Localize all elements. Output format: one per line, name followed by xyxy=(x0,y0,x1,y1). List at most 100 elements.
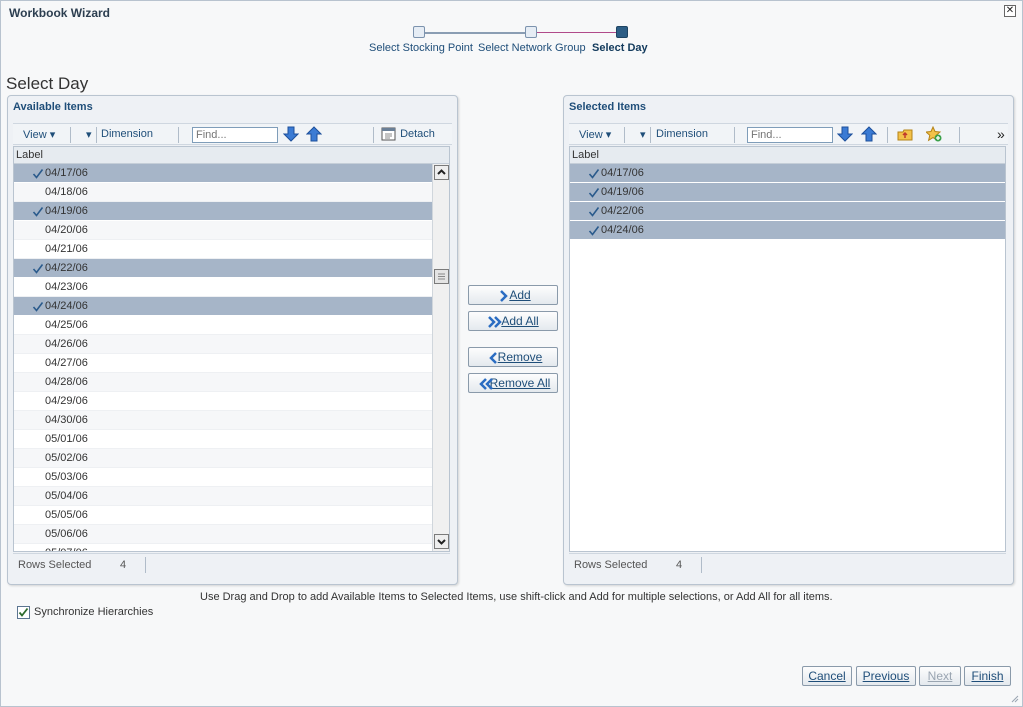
close-icon[interactable]: ✕ xyxy=(1004,5,1016,17)
available-items-header: Available Items xyxy=(13,101,93,113)
list-item[interactable]: 04/29/06 xyxy=(14,392,432,411)
scroll-down-button[interactable] xyxy=(434,534,449,549)
available-scrollbar[interactable] xyxy=(432,164,449,551)
toolbar-separator xyxy=(734,127,735,143)
list-item[interactable]: 05/07/06 xyxy=(14,544,432,551)
list-item-label: 04/25/06 xyxy=(45,319,88,331)
toolbar-separator xyxy=(959,127,960,143)
view-menu-label: View xyxy=(579,129,603,141)
find-next-icon[interactable] xyxy=(283,126,299,142)
selected-find-input[interactable] xyxy=(747,127,833,143)
list-item[interactable]: 05/03/06 xyxy=(14,468,432,487)
view-menu-label: View xyxy=(23,129,47,141)
toolbar-separator xyxy=(650,127,651,143)
rows-selected-count: 4 xyxy=(120,559,127,571)
list-item[interactable]: 05/02/06 xyxy=(14,449,432,468)
selected-label-column-header[interactable]: Label xyxy=(570,147,1005,164)
list-item[interactable]: 04/24/06 xyxy=(570,221,1005,240)
scroll-thumb[interactable] xyxy=(434,269,449,284)
workbook-wizard-dialog: Workbook Wizard ✕ Select Stocking Point … xyxy=(0,0,1023,707)
add-all-button[interactable]: Add All xyxy=(468,311,558,331)
more-toolbar-button[interactable]: » xyxy=(997,126,1005,142)
list-item[interactable]: 04/30/06 xyxy=(14,411,432,430)
list-item-label: 04/21/06 xyxy=(45,243,88,255)
cancel-label: Cancel xyxy=(808,669,846,683)
cancel-button[interactable]: Cancel xyxy=(802,666,852,686)
find-previous-icon[interactable] xyxy=(861,126,877,142)
selected-items-panel: Selected Items View ▾ ▾ Dimension Find..… xyxy=(563,95,1014,585)
checkmark-icon xyxy=(32,264,44,274)
list-item[interactable]: 04/22/06 xyxy=(14,259,432,278)
list-item[interactable]: 04/23/06 xyxy=(14,278,432,297)
train-step-stocking-point-node[interactable] xyxy=(413,26,425,38)
list-item[interactable]: 04/20/06 xyxy=(14,221,432,240)
checkmark-icon xyxy=(32,207,44,217)
available-find-input[interactable] xyxy=(192,127,278,143)
dimension-label[interactable]: Dimension xyxy=(656,128,708,140)
remove-button[interactable]: Remove xyxy=(468,347,558,367)
list-item-label: 04/29/06 xyxy=(45,395,88,407)
list-item[interactable]: 04/17/06 xyxy=(570,164,1005,183)
train-step-network-group-node[interactable] xyxy=(525,26,537,38)
list-item[interactable]: 04/19/06 xyxy=(14,202,432,221)
list-item[interactable]: 04/28/06 xyxy=(14,373,432,392)
move-to-top-icon[interactable] xyxy=(897,126,913,142)
list-item[interactable]: 05/04/06 xyxy=(14,487,432,506)
list-item[interactable]: 04/17/06 xyxy=(14,164,432,183)
list-item-label: 04/28/06 xyxy=(45,376,88,388)
list-item-label: 04/19/06 xyxy=(601,186,644,198)
dimension-dropdown-icon[interactable]: ▾ xyxy=(640,128,646,141)
chevron-up-icon xyxy=(437,169,446,175)
toolbar-separator xyxy=(624,127,625,143)
list-item[interactable]: 04/19/06 xyxy=(570,183,1005,202)
list-item-label: 04/19/06 xyxy=(45,205,88,217)
list-item-label: 05/04/06 xyxy=(45,490,88,502)
find-previous-icon[interactable] xyxy=(306,126,322,142)
train-step-network-group[interactable]: Select Network Group xyxy=(478,42,586,54)
view-menu[interactable]: View ▾ xyxy=(579,128,611,141)
list-item[interactable]: 04/25/06 xyxy=(14,316,432,335)
view-menu[interactable]: View ▾ xyxy=(23,128,55,141)
favorite-add-icon[interactable] xyxy=(926,126,942,142)
resize-grip-icon[interactable] xyxy=(1009,693,1019,703)
scroll-up-button[interactable] xyxy=(434,165,449,180)
toolbar-separator xyxy=(178,127,179,143)
list-item[interactable]: 04/22/06 xyxy=(570,202,1005,221)
checkbox[interactable] xyxy=(17,606,30,619)
page-title: Select Day xyxy=(6,74,89,93)
list-item-label: 05/02/06 xyxy=(45,452,88,464)
list-item[interactable]: 04/24/06 xyxy=(14,297,432,316)
checkmark-icon xyxy=(32,302,44,312)
remove-all-button[interactable]: Remove All xyxy=(468,373,558,393)
find-next-icon[interactable] xyxy=(837,126,853,142)
previous-button[interactable]: Previous xyxy=(856,666,916,686)
list-item-label: 04/27/06 xyxy=(45,357,88,369)
chevron-down-icon: ▾ xyxy=(49,129,56,141)
available-toolbar: View ▾ ▾ Dimension Detach xyxy=(13,123,452,145)
finish-button[interactable]: Finish xyxy=(964,666,1011,686)
list-item[interactable]: 04/21/06 xyxy=(14,240,432,259)
available-label-column-header[interactable]: Label xyxy=(14,147,449,164)
checkmark-icon xyxy=(18,607,29,617)
list-item[interactable]: 05/06/06 xyxy=(14,525,432,544)
double-chevron-left-icon xyxy=(479,378,493,390)
rows-selected-label: Rows Selected xyxy=(18,559,92,571)
detach-button[interactable]: Detach xyxy=(381,126,435,142)
title-bar: Workbook Wizard ✕ xyxy=(1,1,1022,23)
checkmark-icon xyxy=(588,188,600,198)
train-step-stocking-point[interactable]: Select Stocking Point xyxy=(369,42,473,54)
list-item[interactable]: 04/18/06 xyxy=(14,183,432,202)
chevron-left-icon xyxy=(489,352,497,364)
toolbar-separator xyxy=(887,127,888,143)
dimension-dropdown-icon[interactable]: ▾ xyxy=(86,128,92,141)
list-item[interactable]: 04/26/06 xyxy=(14,335,432,354)
list-item-label: 04/24/06 xyxy=(601,224,644,236)
list-item[interactable]: 05/01/06 xyxy=(14,430,432,449)
add-button[interactable]: Add xyxy=(468,285,558,305)
list-item[interactable]: 05/05/06 xyxy=(14,506,432,525)
available-footer: Rows Selected 4 xyxy=(13,553,450,575)
dimension-label[interactable]: Dimension xyxy=(101,128,153,140)
list-item-label: 04/18/06 xyxy=(45,186,88,198)
list-item[interactable]: 04/27/06 xyxy=(14,354,432,373)
selected-items-table: Label 04/17/06 04/19/06 04/22/06 04/24/06 xyxy=(569,146,1006,552)
